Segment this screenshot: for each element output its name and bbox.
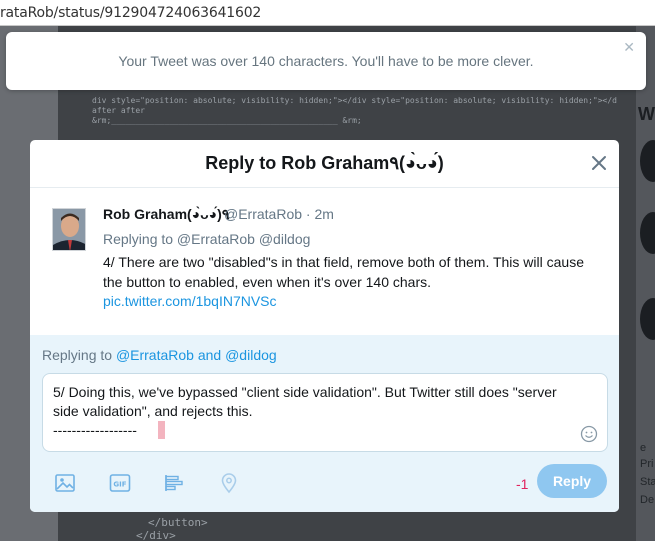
tweet-pic-link[interactable]: pic.twitter.com/1bqIN7NVSc (103, 293, 277, 309)
reply-composer: Replying to @ErrataRob and @dildog 5/ Do… (30, 335, 619, 512)
code-line: after after (92, 106, 145, 115)
dialog-title: Reply to Rob Graham٩(◕̀ᴗ◕́) (205, 153, 444, 173)
code-line: </button> (148, 516, 208, 529)
toast-message: Your Tweet was over 140 characters. You'… (118, 53, 534, 69)
tweet-replying-to: Replying to @ErrataRob @dildog (103, 231, 311, 247)
svg-text:GIF: GIF (113, 481, 126, 489)
overflow-highlight (158, 421, 165, 439)
gif-icon[interactable]: GIF (109, 472, 131, 494)
location-icon[interactable] (218, 472, 240, 494)
composer-replying-to: Replying to @ErrataRob and @dildog (42, 347, 277, 363)
tweet-handle-time[interactable]: @ErrataRob · 2m (224, 206, 334, 222)
emoji-icon[interactable] (580, 425, 598, 443)
avatar[interactable] (52, 208, 86, 251)
poll-icon[interactable] (163, 472, 185, 494)
reply-button[interactable]: Reply (537, 464, 607, 498)
rail-text: Sta (640, 476, 655, 488)
reply-text: 5/ Doing this, we've bypassed "client si… (53, 384, 557, 438)
error-toast: Your Tweet was over 140 characters. You'… (6, 32, 646, 90)
rail-text: De (640, 494, 655, 506)
code-line: &rm;____________________________________… (92, 116, 362, 125)
replying-prefix: Replying to (42, 347, 116, 363)
code-line: div style="position: absolute; visibilit… (92, 96, 617, 105)
rail-text: Pri (640, 458, 654, 470)
toast-close-icon[interactable]: ✕ (623, 39, 635, 56)
avatar-photo-icon (53, 209, 85, 250)
character-counter: -1 (516, 476, 529, 492)
close-icon[interactable] (588, 152, 610, 174)
dialog-header: Reply to Rob Graham٩(◕̀ᴗ◕́) (30, 140, 619, 188)
rail-heading: W (638, 104, 655, 124)
code-line: </div> (136, 529, 176, 541)
address-bar[interactable]: rataRob/status/912904724063641602 (0, 0, 655, 26)
rail-text: e (640, 442, 647, 454)
reply-dialog: Reply to Rob Graham٩(◕̀ᴗ◕́) Rob Graham(◕… (30, 140, 619, 512)
tweet-author-name[interactable]: Rob Graham(◕̀ᴗ◕́)٩ (103, 206, 229, 223)
tweet-text: 4/ There are two "disabled"s in that fie… (103, 254, 584, 290)
replying-mentions[interactable]: @ErrataRob and @dildog (116, 347, 277, 363)
reply-textarea[interactable]: 5/ Doing this, we've bypassed "client si… (42, 373, 608, 452)
url-text: rataRob/status/912904724063641602 (0, 5, 262, 21)
image-icon[interactable] (54, 472, 76, 494)
